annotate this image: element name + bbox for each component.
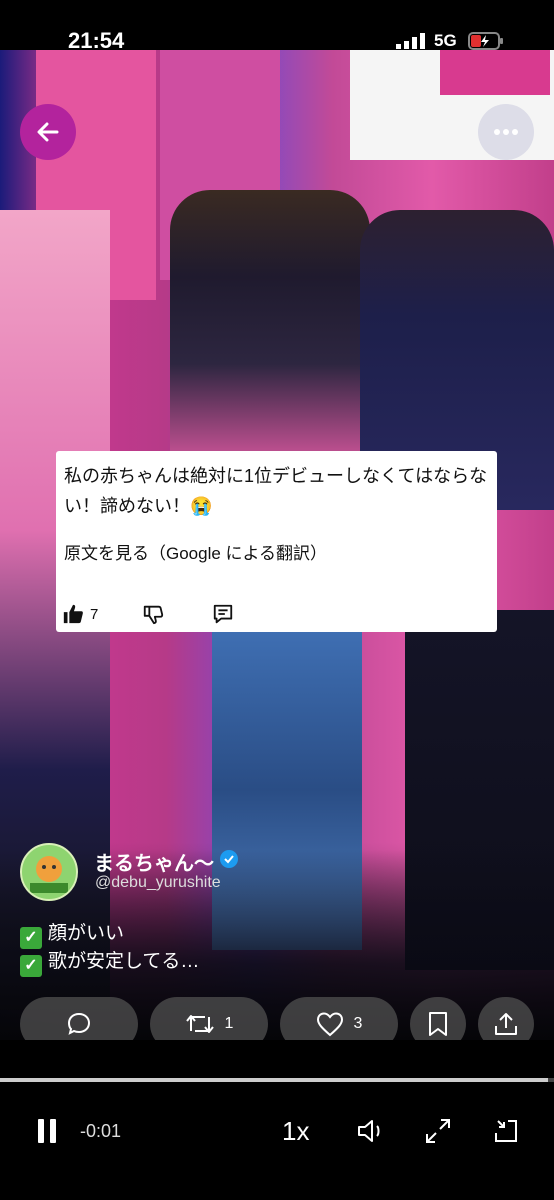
- comment-like-count: 7: [90, 606, 99, 623]
- volume-icon[interactable]: [356, 1117, 386, 1145]
- thumbs-up-icon[interactable]: [62, 603, 84, 625]
- author-handle[interactable]: @debu_yurushite: [95, 874, 221, 892]
- share-icon: [495, 1013, 517, 1035]
- pause-icon[interactable]: [36, 1117, 60, 1145]
- translate-link[interactable]: 原文を見る（Google による翻訳）: [64, 539, 327, 564]
- time-remaining: -0:01: [80, 1121, 122, 1141]
- retweet-count: 1: [224, 1015, 234, 1032]
- post-line-1-text: 顔がいい: [48, 923, 125, 944]
- bookmark-icon: [429, 1012, 447, 1036]
- thumbs-down-icon[interactable]: [142, 603, 164, 625]
- network-label: 5G: [434, 31, 457, 50]
- avatar-image: [30, 856, 68, 893]
- signal-icon: [396, 33, 425, 49]
- expand-icon[interactable]: [424, 1117, 452, 1145]
- post-line-2-text: 歌が安定してる…: [48, 951, 200, 972]
- battery-icon: [468, 32, 503, 50]
- more-icon: [494, 129, 518, 135]
- comment-icon[interactable]: [212, 603, 234, 625]
- back-button[interactable]: [20, 104, 76, 160]
- more-button[interactable]: [478, 104, 534, 160]
- playback-speed-button[interactable]: 1x: [282, 1116, 309, 1147]
- avatar[interactable]: [20, 843, 78, 901]
- comment-card: 私の赤ちゃんは絶対に1位デビューしなくてはならない！諦めない！😭 原文を見る（G…: [56, 451, 497, 632]
- player-controls: [0, 1040, 554, 1200]
- reply-icon: [67, 1012, 91, 1035]
- author-name[interactable]: まるちゃん〜: [94, 847, 214, 876]
- retweet-icon: [185, 1015, 214, 1033]
- comment-text: 私の赤ちゃんは絶対に1位デビューしなくてはならない！諦めない！😭: [64, 466, 488, 516]
- verified-icon: [220, 850, 238, 868]
- exit-fullscreen-icon[interactable]: [490, 1117, 520, 1145]
- check-icon: ✓: [20, 955, 42, 977]
- like-count: 3: [353, 1015, 363, 1032]
- back-arrow-icon: [37, 122, 59, 142]
- heart-icon: [316, 1012, 343, 1037]
- progress-bar-fill: [0, 1078, 549, 1082]
- post-text-line-2: ✓ 歌が安定してる…: [20, 946, 199, 977]
- post-text-line-1: ✓ 顔がいい: [20, 918, 124, 949]
